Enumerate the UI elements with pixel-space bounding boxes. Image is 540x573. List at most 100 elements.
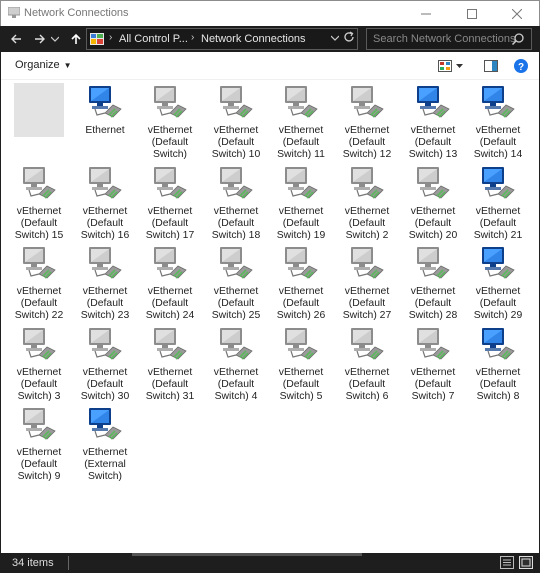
connection-label: Ethernet bbox=[85, 125, 125, 136]
connection-label: vEthernet (Default Switch) 20 bbox=[408, 206, 458, 241]
network-connection-item[interactable]: vEthernet (Default Switch) 3 bbox=[7, 325, 71, 403]
connection-label: vEthernet (Default Switch) bbox=[147, 125, 193, 160]
refresh-button[interactable] bbox=[343, 31, 355, 46]
maximize-icon bbox=[467, 8, 477, 19]
preview-pane-button[interactable] bbox=[483, 58, 499, 74]
network-connection-item[interactable]: vEthernet (Default Switch) 9 bbox=[7, 405, 71, 483]
network-adapter-disabled-icon bbox=[285, 167, 318, 199]
organize-label: Organize bbox=[15, 59, 60, 71]
connection-label: vEthernet (Default Switch) 23 bbox=[80, 286, 130, 321]
connection-label: vEthernet (Default Switch) 10 bbox=[211, 125, 261, 160]
network-connections-app-icon bbox=[8, 7, 20, 18]
network-connection-item[interactable]: vEthernet (Default Switch) 12 bbox=[335, 83, 399, 161]
search-box[interactable]: Search Network Connections bbox=[366, 28, 532, 50]
up-arrow-icon bbox=[71, 33, 81, 44]
network-connection-item[interactable]: vEthernet (Default Switch) 31 bbox=[138, 325, 202, 403]
svg-text:?: ? bbox=[518, 62, 524, 73]
network-adapter-disabled-icon bbox=[89, 247, 122, 279]
network-connection-item[interactable]: vEthernet (Default Switch) 8 bbox=[466, 325, 530, 403]
network-adapter-connected-icon bbox=[417, 86, 450, 118]
network-connection-item[interactable]: vEthernet (Default Switch) 22 bbox=[7, 244, 71, 322]
network-connection-item[interactable]: vEthernet (Default Switch) 2 bbox=[335, 164, 399, 242]
network-connection-item[interactable]: vEthernet (Default Switch) 6 bbox=[335, 325, 399, 403]
network-connection-item[interactable]: vEthernet (Default Switch) 16 bbox=[73, 164, 137, 242]
recent-locations-button[interactable] bbox=[49, 29, 61, 49]
caret-down-icon: ▼ bbox=[63, 61, 72, 70]
back-button[interactable] bbox=[6, 29, 26, 49]
network-connection-item[interactable]: vEthernet (Default Switch) 13 bbox=[401, 83, 465, 161]
network-adapter-disabled-icon bbox=[220, 247, 253, 279]
network-connection-item[interactable]: vEthernet (Default Switch) 26 bbox=[269, 244, 333, 322]
network-connection-item[interactable]: vEthernet (Default Switch) 5 bbox=[269, 325, 333, 403]
network-connection-item[interactable]: vEthernet (Default Switch) 15 bbox=[7, 164, 71, 242]
network-adapter-connected-icon bbox=[482, 86, 515, 118]
search-icon bbox=[511, 33, 524, 46]
up-button[interactable] bbox=[66, 29, 86, 49]
connections-list-view[interactable]: Ethernet vEthernet (Default Switch) vEther… bbox=[1, 80, 539, 553]
network-connection-item[interactable]: vEthernet (Default Switch) 11 bbox=[269, 83, 333, 161]
connection-label: vEthernet (Default Switch) 19 bbox=[276, 206, 326, 241]
connection-label: vEthernet (Default Switch) 28 bbox=[408, 286, 458, 321]
network-connection-item[interactable]: vEthernet (Default Switch) 29 bbox=[466, 244, 530, 322]
help-icon: ? bbox=[514, 59, 528, 73]
connection-label: vEthernet (Default Switch) 15 bbox=[14, 206, 64, 241]
network-connection-item[interactable]: vEthernet (Default Switch) 21 bbox=[466, 164, 530, 242]
breadcrumb-network-connections[interactable]: Network Connections bbox=[201, 33, 306, 45]
change-view-button[interactable] bbox=[437, 58, 463, 74]
network-adapter-connected-icon bbox=[89, 86, 122, 118]
network-adapter-disabled-icon bbox=[23, 328, 56, 360]
connection-label: vEthernet (Default Switch) 5 bbox=[278, 367, 324, 402]
horizontal-scrollbar[interactable] bbox=[132, 553, 362, 556]
minimize-icon bbox=[421, 13, 431, 14]
network-adapter-disabled-icon bbox=[417, 247, 450, 279]
network-connection-item[interactable]: vEthernet (Default Switch) 27 bbox=[335, 244, 399, 322]
network-connection-item[interactable]: vEthernet (Default Switch) 20 bbox=[401, 164, 465, 242]
network-adapter-connected-icon bbox=[482, 247, 515, 279]
network-connection-item[interactable]: vEthernet (Default Switch) 14 bbox=[466, 83, 530, 161]
maximize-button[interactable] bbox=[449, 1, 495, 26]
network-connection-item[interactable] bbox=[7, 83, 71, 137]
window-title: Network Connections bbox=[24, 7, 129, 19]
forward-button[interactable] bbox=[30, 29, 50, 49]
chevron-down-icon bbox=[51, 36, 59, 42]
network-connection-item[interactable]: vEthernet (External Switch) bbox=[73, 405, 137, 483]
connection-label: vEthernet (Default Switch) 27 bbox=[342, 286, 392, 321]
network-adapter-disabled-icon bbox=[154, 247, 187, 279]
preview-pane-icon bbox=[484, 60, 498, 72]
navigation-bar: › All Control P... › Network Connections… bbox=[0, 26, 540, 52]
network-adapter-disabled-icon bbox=[417, 167, 450, 199]
breadcrumb-control-panel[interactable]: All Control P... bbox=[119, 33, 188, 45]
breadcrumb-separator-icon: › bbox=[109, 32, 113, 43]
address-bar[interactable]: › All Control P... › Network Connections bbox=[86, 28, 358, 50]
close-button[interactable] bbox=[494, 1, 540, 26]
network-connection-item[interactable]: vEthernet (Default Switch) 10 bbox=[204, 83, 268, 161]
details-view-icon[interactable] bbox=[500, 556, 514, 569]
address-dropdown-icon[interactable] bbox=[330, 33, 340, 43]
help-button[interactable]: ? bbox=[513, 58, 529, 74]
network-connection-item[interactable]: vEthernet (Default Switch) 17 bbox=[138, 164, 202, 242]
network-connection-item[interactable]: vEthernet (Default Switch) 7 bbox=[401, 325, 465, 403]
network-adapter-disabled-icon bbox=[351, 247, 384, 279]
network-adapter-disabled-icon bbox=[154, 328, 187, 360]
network-connection-item[interactable]: vEthernet (Default Switch) 18 bbox=[204, 164, 268, 242]
network-adapter-disabled-icon bbox=[351, 328, 384, 360]
item-count: 34 items bbox=[12, 557, 54, 569]
network-connection-item[interactable]: vEthernet (Default Switch) 28 bbox=[401, 244, 465, 322]
minimize-button[interactable] bbox=[403, 1, 449, 26]
network-connection-item[interactable]: vEthernet (Default Switch) bbox=[138, 83, 202, 161]
organize-menu-button[interactable]: Organize ▼ bbox=[15, 59, 72, 71]
search-input[interactable]: Search Network Connections bbox=[373, 33, 515, 45]
network-connection-item[interactable]: vEthernet (Default Switch) 4 bbox=[204, 325, 268, 403]
connection-label: vEthernet (Default Switch) 7 bbox=[410, 367, 456, 402]
network-adapter-disabled-icon bbox=[285, 86, 318, 118]
network-connection-item[interactable]: vEthernet (Default Switch) 24 bbox=[138, 244, 202, 322]
network-connection-item[interactable]: vEthernet (Default Switch) 30 bbox=[73, 325, 137, 403]
network-connection-item[interactable]: vEthernet (Default Switch) 23 bbox=[73, 244, 137, 322]
connection-label: vEthernet (Default Switch) 31 bbox=[145, 367, 195, 402]
network-connection-item[interactable]: Ethernet bbox=[73, 83, 137, 137]
network-adapter-disabled-icon bbox=[23, 247, 56, 279]
network-connection-item[interactable]: vEthernet (Default Switch) 25 bbox=[204, 244, 268, 322]
large-icons-view-icon[interactable] bbox=[519, 556, 533, 569]
connection-label: vEthernet (Default Switch) 26 bbox=[276, 286, 326, 321]
network-connection-item[interactable]: vEthernet (Default Switch) 19 bbox=[269, 164, 333, 242]
